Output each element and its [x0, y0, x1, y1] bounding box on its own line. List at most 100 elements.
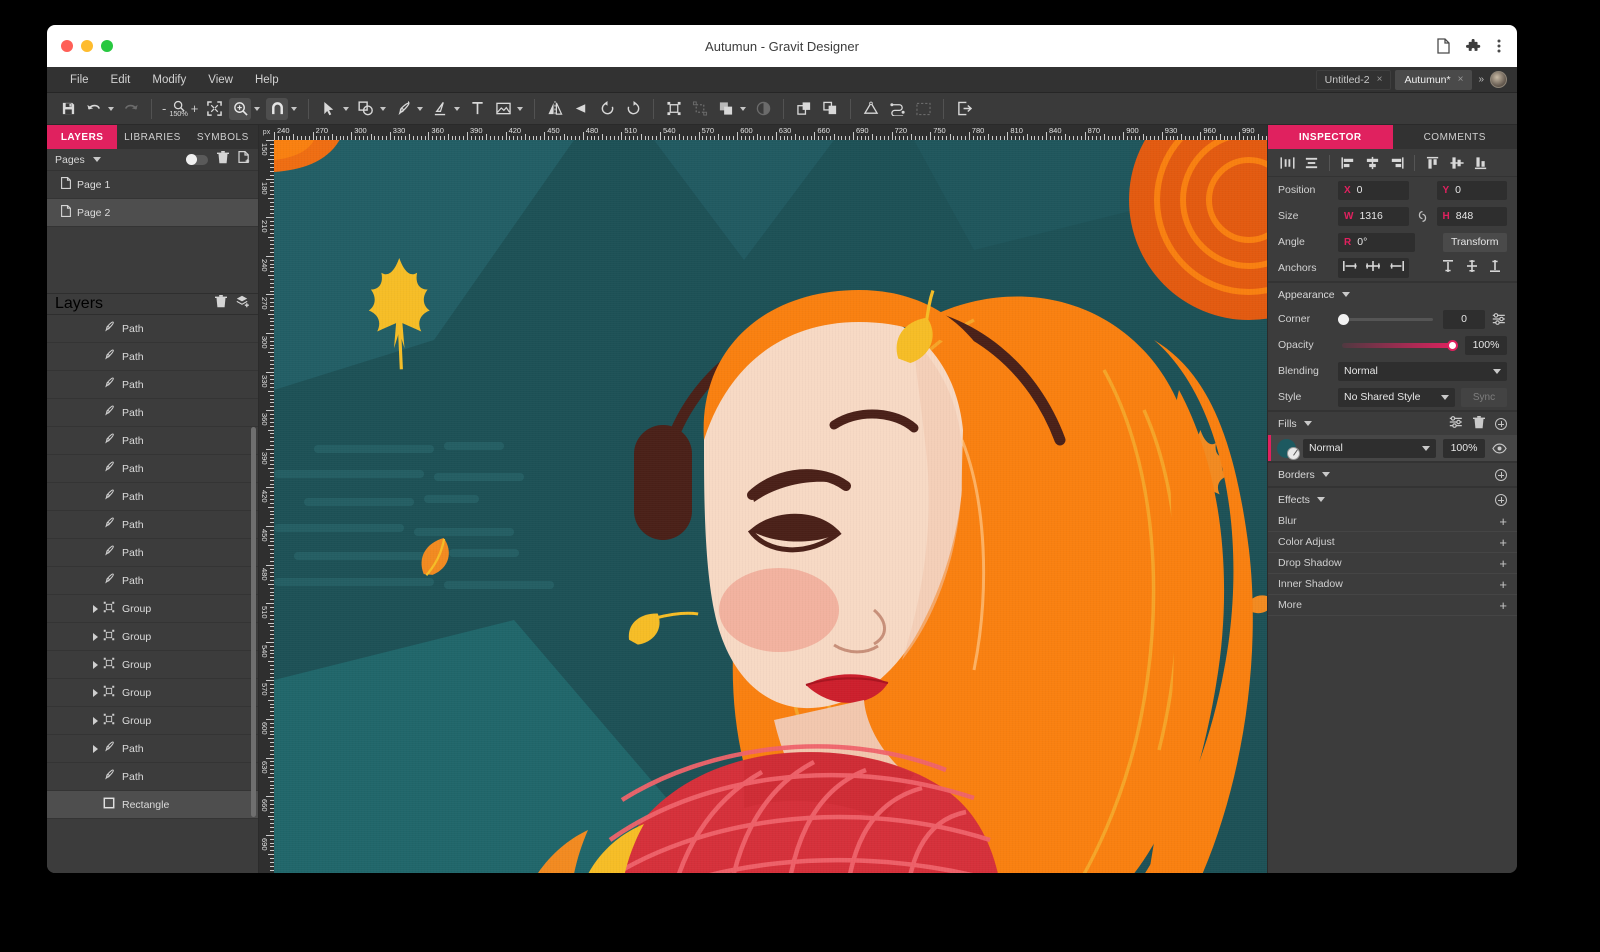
- layer-row[interactable]: Path: [47, 455, 258, 483]
- corner-value[interactable]: 0: [1443, 310, 1485, 329]
- shape-dropdown-caret[interactable]: [380, 107, 386, 111]
- page-icon[interactable]: [1437, 38, 1450, 54]
- pages-visibility-toggle[interactable]: [186, 155, 208, 165]
- menu-file[interactable]: File: [59, 67, 100, 93]
- layer-row[interactable]: Path: [47, 427, 258, 455]
- anchor-right-icon[interactable]: [1389, 259, 1405, 277]
- knife-dropdown-caret[interactable]: [454, 107, 460, 111]
- pen-tool-button[interactable]: [392, 98, 414, 120]
- effect-row[interactable]: Blur+: [1268, 511, 1517, 532]
- page-row[interactable]: Page 2: [47, 199, 258, 227]
- zoom-level-display[interactable]: 150%: [169, 100, 187, 118]
- rotate-cw-button[interactable]: [622, 98, 644, 120]
- mask-button[interactable]: [752, 98, 774, 120]
- extension-icon[interactable]: [1466, 39, 1481, 54]
- image-tool-button[interactable]: [492, 98, 514, 120]
- tab-layers[interactable]: LAYERS: [47, 125, 117, 149]
- rotate-ccw-button[interactable]: [596, 98, 618, 120]
- zoom-out-button[interactable]: -: [159, 101, 169, 116]
- select-tool-button[interactable]: [318, 98, 340, 120]
- position-y-field[interactable]: Y 0: [1437, 181, 1508, 200]
- transform-button[interactable]: Transform: [1443, 233, 1508, 252]
- tab-inspector[interactable]: INSPECTOR: [1268, 125, 1393, 149]
- fill-blending-select[interactable]: Normal: [1303, 439, 1436, 458]
- add-effect-icon[interactable]: +: [1499, 515, 1507, 528]
- layer-row[interactable]: Path: [47, 539, 258, 567]
- page-row[interactable]: Page 1: [47, 171, 258, 199]
- trash-icon[interactable]: [215, 295, 227, 313]
- add-effect-icon[interactable]: +: [1499, 599, 1507, 612]
- anchor-top-icon[interactable]: [1442, 259, 1454, 278]
- expand-triangle-icon[interactable]: [93, 689, 98, 697]
- join-paths-button[interactable]: [886, 98, 908, 120]
- expand-triangle-icon[interactable]: [93, 717, 98, 725]
- trash-icon[interactable]: [1473, 416, 1485, 432]
- text-tool-button[interactable]: [466, 98, 488, 120]
- select-dropdown-caret[interactable]: [343, 107, 349, 111]
- send-backward-button[interactable]: [819, 98, 841, 120]
- layer-row[interactable]: Path: [47, 371, 258, 399]
- align-top-icon[interactable]: [1422, 153, 1444, 173]
- layer-row[interactable]: Path: [47, 763, 258, 791]
- convert-to-path-button[interactable]: [860, 98, 882, 120]
- snap-dropdown-caret[interactable]: [291, 107, 297, 111]
- opacity-slider-knob[interactable]: [1447, 340, 1458, 351]
- save-button[interactable]: [57, 98, 79, 120]
- add-effect-icon[interactable]: +: [1499, 557, 1507, 570]
- effect-row[interactable]: More+: [1268, 595, 1517, 616]
- add-layer-icon[interactable]: [236, 295, 250, 313]
- menu-help[interactable]: Help: [244, 67, 290, 93]
- snap-button[interactable]: [266, 98, 288, 120]
- group-button[interactable]: [663, 98, 685, 120]
- knife-tool-button[interactable]: [429, 98, 451, 120]
- close-icon[interactable]: ×: [1458, 74, 1464, 85]
- anchor-left-icon[interactable]: [1342, 259, 1358, 277]
- layer-row[interactable]: Path: [47, 399, 258, 427]
- sync-style-button[interactable]: Sync: [1461, 388, 1507, 407]
- undo-button[interactable]: [83, 98, 105, 120]
- anchor-center-v-icon[interactable]: [1466, 259, 1478, 278]
- menu-modify[interactable]: Modify: [141, 67, 197, 93]
- tab-libraries[interactable]: LIBRARIES: [117, 125, 187, 149]
- chevron-down-icon[interactable]: [93, 157, 101, 162]
- effect-row[interactable]: Color Adjust+: [1268, 532, 1517, 553]
- add-circle-icon[interactable]: [1495, 469, 1507, 481]
- vertical-ruler[interactable]: 1501802102402703003303603904204504805105…: [259, 125, 274, 873]
- zoom-tool-button[interactable]: [229, 98, 251, 120]
- redo-button[interactable]: [120, 98, 142, 120]
- canvas-area[interactable]: 2402703003303603904204504805105405706006…: [259, 125, 1267, 873]
- chevron-down-icon[interactable]: [1342, 292, 1350, 297]
- layer-row[interactable]: Rectangle: [47, 791, 258, 819]
- fill-color-swatch[interactable]: [1277, 439, 1296, 458]
- expand-triangle-icon[interactable]: [93, 745, 98, 753]
- opacity-value[interactable]: 100%: [1465, 336, 1507, 355]
- tab-comments[interactable]: COMMENTS: [1393, 125, 1518, 149]
- layers-list[interactable]: PathPathPathPathPathPathPathPathPathPath…: [47, 315, 258, 873]
- artwork-canvas[interactable]: [274, 140, 1267, 873]
- align-right-icon[interactable]: [1385, 153, 1407, 173]
- align-center-vertical-icon[interactable]: [1446, 153, 1468, 173]
- tab-symbols[interactable]: SYMBOLS: [188, 125, 258, 149]
- flip-horizontal-button[interactable]: [544, 98, 566, 120]
- boolean-dropdown-caret[interactable]: [740, 107, 746, 111]
- corner-settings-icon[interactable]: [1491, 313, 1507, 325]
- zoom-dropdown-caret[interactable]: [254, 107, 260, 111]
- layer-row[interactable]: Path: [47, 343, 258, 371]
- layer-row[interactable]: Group: [47, 623, 258, 651]
- style-select[interactable]: No Shared Style: [1338, 388, 1455, 407]
- add-circle-icon[interactable]: [1495, 494, 1507, 506]
- anchor-center-h-icon[interactable]: [1365, 259, 1381, 277]
- align-center-horizontal-icon[interactable]: [1361, 153, 1383, 173]
- layer-row[interactable]: Path: [47, 567, 258, 595]
- anchor-bottom-icon[interactable]: [1489, 259, 1501, 278]
- expand-triangle-icon[interactable]: [93, 605, 98, 613]
- shape-tool-button[interactable]: [355, 98, 377, 120]
- effect-row[interactable]: Drop Shadow+: [1268, 553, 1517, 574]
- boolean-ops-button[interactable]: [715, 98, 737, 120]
- tab-overflow-icon[interactable]: »: [1476, 74, 1486, 85]
- layer-row[interactable]: Path: [47, 483, 258, 511]
- layer-row[interactable]: Path: [47, 735, 258, 763]
- size-width-field[interactable]: W 1316: [1338, 207, 1409, 226]
- angle-field[interactable]: R 0°: [1338, 233, 1415, 252]
- fit-to-screen-button[interactable]: [203, 98, 225, 120]
